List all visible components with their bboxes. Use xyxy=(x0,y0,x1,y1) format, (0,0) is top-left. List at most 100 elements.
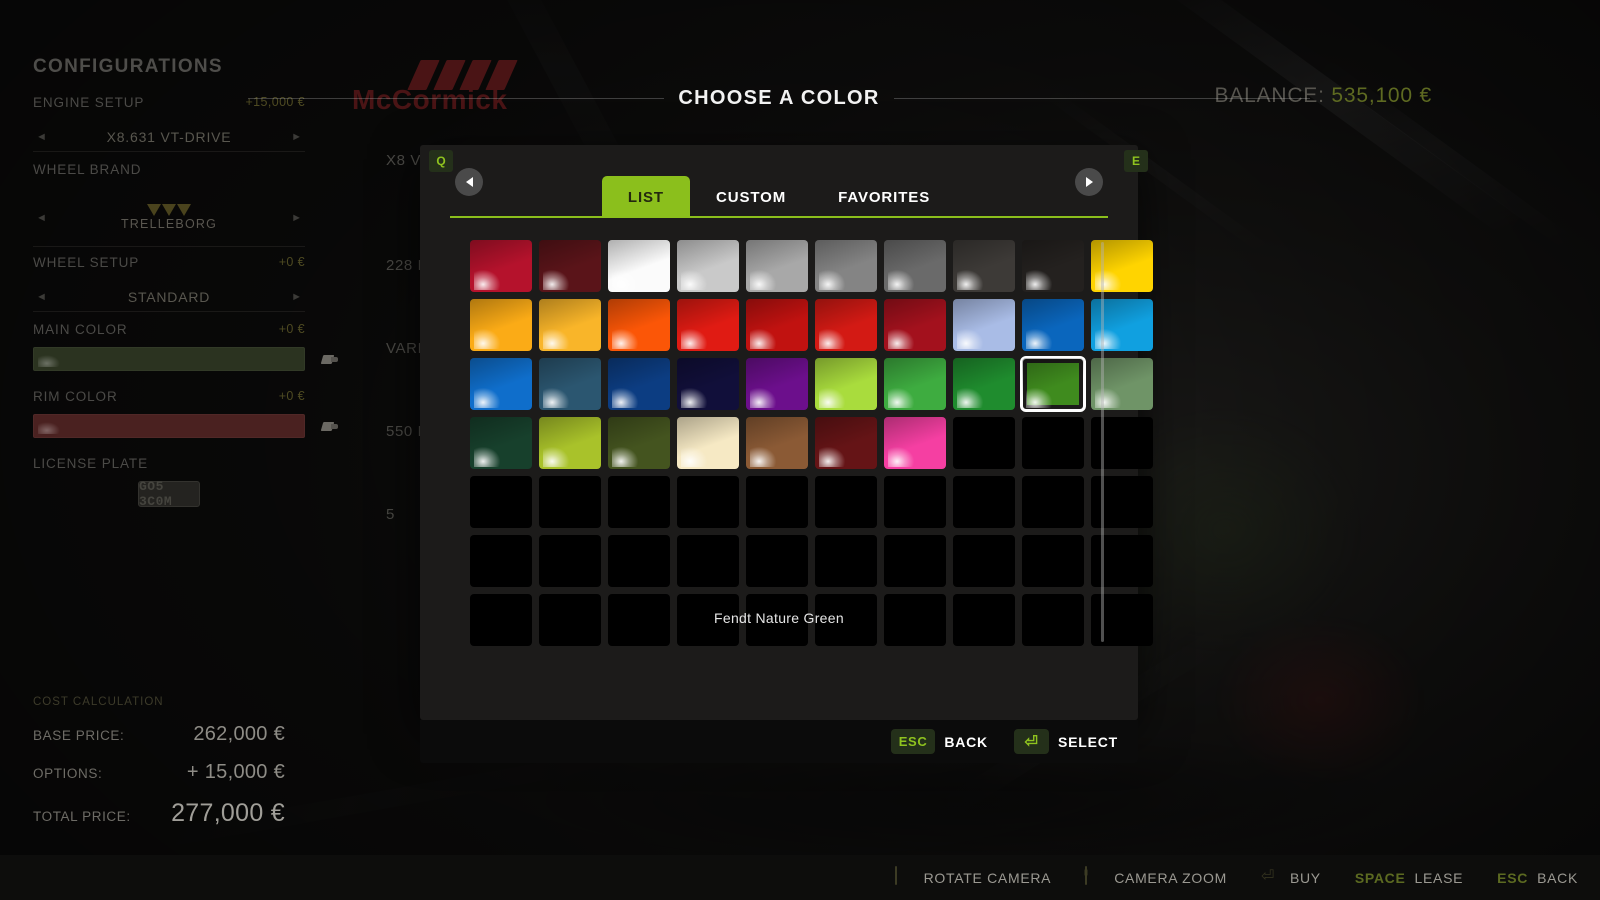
action-label: LEASE xyxy=(1414,869,1464,886)
color-swatch[interactable] xyxy=(1022,476,1084,528)
color-swatch[interactable] xyxy=(677,476,739,528)
color-swatch[interactable] xyxy=(953,535,1015,587)
color-swatch[interactable] xyxy=(470,358,532,410)
config-label: LICENSE PLATE xyxy=(33,456,148,471)
color-swatch[interactable] xyxy=(608,240,670,292)
swatch-gloss xyxy=(819,447,845,467)
swatch-gloss xyxy=(1095,329,1121,349)
color-swatch[interactable] xyxy=(539,476,601,528)
color-swatch[interactable] xyxy=(746,358,808,410)
color-swatch[interactable] xyxy=(677,240,739,292)
color-swatch[interactable] xyxy=(539,417,601,469)
color-swatch[interactable] xyxy=(884,417,946,469)
color-swatch[interactable] xyxy=(953,299,1015,351)
color-swatch[interactable] xyxy=(815,299,877,351)
cost-line-options: OPTIONS: + 15,000 € xyxy=(33,761,285,784)
key-esc: ESC xyxy=(890,729,936,754)
color-swatch[interactable] xyxy=(470,417,532,469)
color-swatch[interactable] xyxy=(953,358,1015,410)
balance-label: BALANCE: xyxy=(1214,84,1325,107)
color-swatch[interactable] xyxy=(677,535,739,587)
color-swatch[interactable] xyxy=(746,535,808,587)
swatch-gloss xyxy=(474,388,500,408)
config-label: WHEEL SETUP xyxy=(33,255,140,270)
chevron-left-icon[interactable]: ◄ xyxy=(36,131,47,143)
color-picker-icon[interactable] xyxy=(322,351,338,367)
action-buy[interactable]: ⏎ BUY xyxy=(1261,867,1321,889)
color-swatch[interactable] xyxy=(539,358,601,410)
chevron-right-icon[interactable]: ► xyxy=(291,291,302,303)
color-swatch[interactable] xyxy=(608,476,670,528)
color-swatch[interactable] xyxy=(608,299,670,351)
swatch-gloss xyxy=(957,329,983,349)
color-swatch[interactable] xyxy=(746,417,808,469)
tab-list: LIST CUSTOM FAVORITES xyxy=(420,145,1138,218)
scrollbar-thumb[interactable] xyxy=(1101,242,1104,642)
color-swatch[interactable] xyxy=(539,535,601,587)
color-grid-scrollbar[interactable] xyxy=(1101,242,1104,642)
action-lease[interactable]: SPACE LEASE xyxy=(1355,870,1463,886)
next-page-button[interactable] xyxy=(1075,168,1103,196)
license-plate-field[interactable]: GO5 3C0M xyxy=(138,479,200,509)
color-swatch[interactable] xyxy=(470,240,532,292)
color-swatch[interactable] xyxy=(815,535,877,587)
hint-back[interactable]: ESC BACK xyxy=(890,729,988,754)
tab-list-colors[interactable]: LIST xyxy=(601,176,690,218)
color-swatch[interactable] xyxy=(470,299,532,351)
engine-setup-select[interactable]: ◄ X8.631 VT-DRIVE ► xyxy=(33,122,305,152)
color-swatch[interactable] xyxy=(884,476,946,528)
tab-custom[interactable]: CUSTOM xyxy=(690,176,812,218)
tab-favorites[interactable]: FAVORITES xyxy=(812,176,956,218)
color-swatch[interactable] xyxy=(677,299,739,351)
main-color-swatch[interactable] xyxy=(33,347,338,371)
rim-color-swatch[interactable] xyxy=(33,414,338,438)
swatch-gloss xyxy=(681,388,707,408)
color-swatch[interactable] xyxy=(1022,240,1084,292)
color-swatch[interactable] xyxy=(953,476,1015,528)
chevron-left-icon[interactable]: ◄ xyxy=(36,212,47,224)
action-back[interactable]: ESC BACK xyxy=(1497,870,1578,886)
color-swatch[interactable] xyxy=(470,476,532,528)
color-swatch[interactable] xyxy=(815,476,877,528)
color-swatch[interactable] xyxy=(608,535,670,587)
color-swatch[interactable] xyxy=(884,299,946,351)
color-swatch[interactable] xyxy=(815,240,877,292)
color-swatch[interactable] xyxy=(746,240,808,292)
action-rotate-camera[interactable]: ROTATE CAMERA xyxy=(894,865,1052,889)
color-swatch[interactable] xyxy=(953,240,1015,292)
color-swatch[interactable] xyxy=(470,535,532,587)
color-swatch[interactable] xyxy=(815,358,877,410)
color-swatch[interactable] xyxy=(1020,356,1086,412)
color-swatch[interactable] xyxy=(608,417,670,469)
color-swatch[interactable] xyxy=(746,299,808,351)
color-swatch[interactable] xyxy=(1022,299,1084,351)
chevron-left-icon[interactable]: ◄ xyxy=(36,291,47,303)
color-swatch[interactable] xyxy=(884,240,946,292)
chevron-right-icon[interactable]: ► xyxy=(291,212,302,224)
config-row-license-plate: LICENSE PLATE GO5 3C0M xyxy=(33,456,305,509)
color-swatch[interactable] xyxy=(1022,535,1084,587)
color-swatch[interactable] xyxy=(815,417,877,469)
wheel-setup-select[interactable]: ◄ STANDARD ► xyxy=(33,282,305,312)
swatch-gloss xyxy=(543,329,569,349)
color-swatch[interactable] xyxy=(677,358,739,410)
color-swatch[interactable] xyxy=(677,417,739,469)
color-swatch[interactable] xyxy=(608,358,670,410)
color-swatch[interactable] xyxy=(884,358,946,410)
action-camera-zoom[interactable]: CAMERA ZOOM xyxy=(1085,865,1227,889)
color-swatch[interactable] xyxy=(539,299,601,351)
cost-value: 262,000 € xyxy=(193,723,285,745)
color-grid-area: Fendt Nature Green xyxy=(420,218,1153,648)
hint-select[interactable]: ⏎ SELECT xyxy=(1013,729,1118,754)
swatch-gloss xyxy=(612,388,638,408)
color-swatch[interactable] xyxy=(539,240,601,292)
color-swatch[interactable] xyxy=(884,535,946,587)
color-swatch[interactable] xyxy=(1022,417,1084,469)
wheel-brand-select[interactable]: ◄ TRELLEBORG ► xyxy=(33,189,305,247)
color-swatch[interactable] xyxy=(746,476,808,528)
color-picker-icon[interactable] xyxy=(322,418,338,434)
chevron-right-icon[interactable]: ► xyxy=(291,131,302,143)
color-swatch[interactable] xyxy=(953,417,1015,469)
swatch-gloss xyxy=(888,329,914,349)
dialog-tabbar: LIST CUSTOM FAVORITES xyxy=(420,145,1138,218)
